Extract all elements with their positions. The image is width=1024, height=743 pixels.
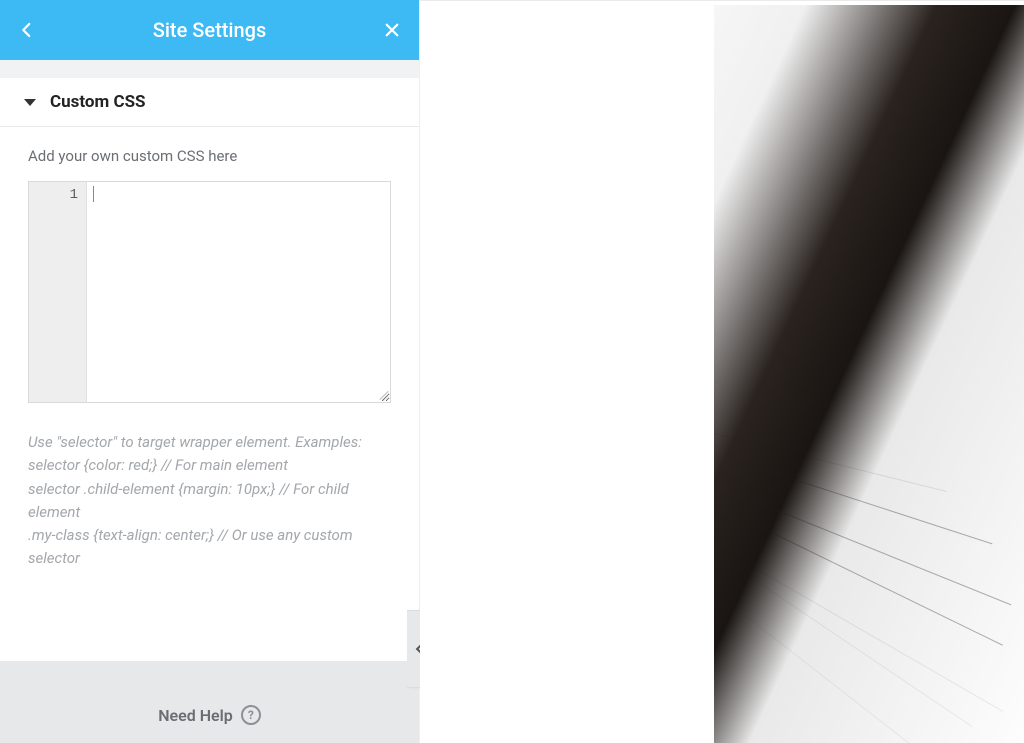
back-button[interactable] <box>18 21 36 39</box>
resize-handle[interactable] <box>376 388 388 400</box>
help-icon: ? <box>241 705 261 725</box>
sidebar-footer[interactable]: Need Help ? <box>0 661 419 743</box>
line-number: 1 <box>29 186 78 204</box>
chevron-left-icon <box>18 21 36 39</box>
section-body: Add your own custom CSS here 1 Use "sele… <box>0 127 419 589</box>
editor-gutter: 1 <box>29 182 87 402</box>
page-preview[interactable] <box>420 0 1024 743</box>
panel-title: Site Settings <box>36 18 383 42</box>
help-label: Need Help <box>158 706 233 725</box>
section-description: Add your own custom CSS here <box>28 147 391 165</box>
section-toggle-custom-css[interactable]: Custom CSS <box>0 78 419 127</box>
preview-image <box>714 5 1024 743</box>
app-root: Site Settings Custom CSS Add your own cu… <box>0 0 1024 743</box>
settings-sidebar: Site Settings Custom CSS Add your own cu… <box>0 0 420 743</box>
editor-textarea[interactable] <box>87 182 390 402</box>
selector-hint: Use "selector" to target wrapper element… <box>28 431 391 571</box>
close-icon <box>383 21 401 39</box>
text-cursor <box>93 186 94 202</box>
sidebar-header: Site Settings <box>0 0 419 60</box>
custom-css-editor[interactable]: 1 <box>28 181 391 403</box>
close-button[interactable] <box>383 21 401 39</box>
section-title: Custom CSS <box>50 92 146 112</box>
caret-down-icon <box>24 99 36 106</box>
header-spacer <box>0 60 419 78</box>
